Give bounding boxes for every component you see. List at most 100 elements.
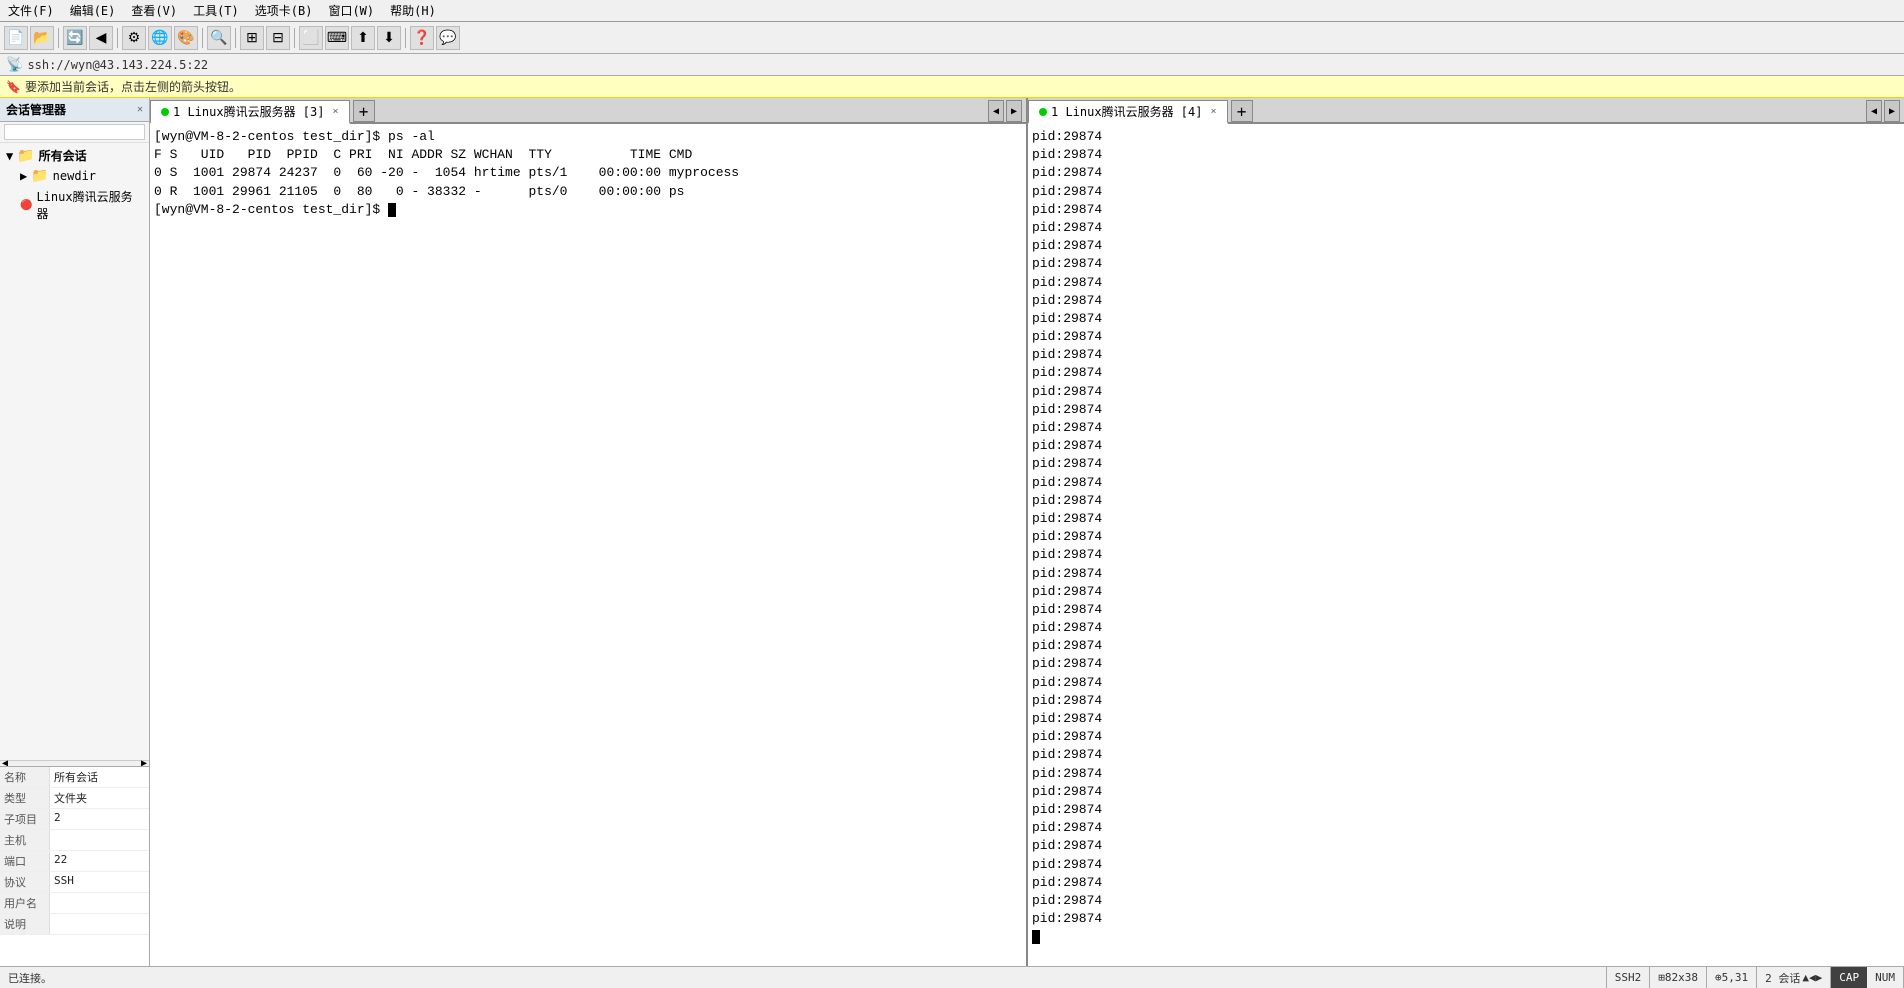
toolbar-download[interactable]: ⬇ xyxy=(377,26,401,50)
tree-label-all: 所有会话 xyxy=(39,147,87,164)
num-label: NUM xyxy=(1875,971,1895,984)
notif-text: 要添加当前会话，点击左侧的箭头按钮。 xyxy=(25,78,241,95)
left-panel: 会话管理器 ✕ ▼ 📁 所有会话 ▶ 📁 newdir 🔴 Linux腾讯云服务… xyxy=(0,98,150,966)
session-manager-title: 会话管理器 xyxy=(6,101,66,118)
info-label-desc: 说明 xyxy=(0,914,50,934)
tab-left-add[interactable]: + xyxy=(353,100,375,122)
addressbar: 📡 ssh://wyn@43.143.224.5:22 xyxy=(0,54,1904,76)
toolbar-sep6 xyxy=(405,28,406,48)
tab-left-nav-prev[interactable]: ◀ xyxy=(988,100,1004,122)
panel-close-button[interactable]: ✕ xyxy=(137,104,143,115)
tab-left-nav-next[interactable]: ▶ xyxy=(1006,100,1022,122)
toolbar-back[interactable]: ◀ xyxy=(89,26,113,50)
terminal-left[interactable]: [wyn@VM-8-2-centos test_dir]$ ps -al F S… xyxy=(150,124,1026,966)
toolbar-color[interactable]: 🎨 xyxy=(174,26,198,50)
info-row-protocol: 协议 SSH xyxy=(0,872,149,893)
info-value-desc xyxy=(50,914,149,934)
tab-right-add[interactable]: + xyxy=(1231,100,1253,122)
toolbar-chat[interactable]: 💬 xyxy=(436,26,460,50)
tree-item-all-sessions[interactable]: ▼ 📁 所有会话 xyxy=(0,145,149,166)
info-label-protocol: 协议 xyxy=(0,872,50,892)
toolbar: 📄 📂 🔄 ◀ ⚙ 🌐 🎨 🔍 ⊞ ⊟ ⬜ ⌨ ⬆ ⬇ ❓ 💬 xyxy=(0,22,1904,54)
tab-right-nav-prev[interactable]: ◀ xyxy=(1866,100,1882,122)
info-value-name: 所有会话 xyxy=(50,767,149,787)
tab-right-close[interactable]: × xyxy=(1210,106,1216,117)
toolbar-connect[interactable]: 🌐 xyxy=(148,26,172,50)
cursor-pos-text: 5,31 xyxy=(1722,971,1749,984)
cursor-left xyxy=(388,203,396,217)
session-search-area xyxy=(0,122,149,143)
menu-edit[interactable]: 编辑(E) xyxy=(66,1,120,20)
status-cursor-pos: ⊕ 5,31 xyxy=(1707,967,1757,988)
menu-tools[interactable]: 工具(T) xyxy=(189,1,243,20)
status-num: NUM xyxy=(1867,967,1904,988)
tab-left-close[interactable]: × xyxy=(332,106,338,117)
info-value-username xyxy=(50,893,149,913)
info-label-host: 主机 xyxy=(0,830,50,850)
tree-label-server: Linux腾讯云服务器 xyxy=(36,188,143,222)
pane-container: 1 Linux腾讯云服务器 [3] × + ◀ ▶ [wyn@VM-8-2-ce… xyxy=(150,98,1904,966)
status-sessions: 2 会话 ▲ ◀ ▶ xyxy=(1757,967,1831,988)
menu-help[interactable]: 帮助(H) xyxy=(386,1,440,20)
tab-right-active[interactable]: 1 Linux腾讯云服务器 [4] × xyxy=(1028,100,1228,124)
tab-right-dot xyxy=(1039,108,1047,116)
terminal-size-icon: ⊞ xyxy=(1658,971,1665,984)
info-label-subitems: 子项目 xyxy=(0,809,50,829)
toolbar-new[interactable]: 📄 xyxy=(4,26,28,50)
pane-left: 1 Linux腾讯云服务器 [3] × + ◀ ▶ [wyn@VM-8-2-ce… xyxy=(150,98,1028,966)
sessions-text: 2 会话 xyxy=(1765,970,1800,986)
cursor-pos-icon: ⊕ xyxy=(1715,971,1722,984)
cap-label: CAP xyxy=(1839,971,1859,984)
session-manager-header: 会话管理器 ✕ xyxy=(0,98,149,122)
tree-item-newdir[interactable]: ▶ 📁 newdir xyxy=(0,166,149,186)
info-row-host: 主机 xyxy=(0,830,149,851)
sessions-up-icon: ▲ xyxy=(1802,971,1809,984)
toolbar-zoom[interactable]: 🔍 xyxy=(207,26,231,50)
info-row-port: 端口 22 xyxy=(0,851,149,872)
info-value-protocol: SSH xyxy=(50,872,149,892)
toolbar-sep2 xyxy=(117,28,118,48)
toolbar-grid[interactable]: ⊞ xyxy=(240,26,264,50)
sessions-nav-next[interactable]: ▶ xyxy=(1816,971,1823,984)
menu-view[interactable]: 查看(V) xyxy=(127,1,181,20)
terminal-right[interactable]: pid:29874 pid:29874 pid:29874 pid:29874 … xyxy=(1028,124,1904,966)
sessions-nav-prev[interactable]: ◀ xyxy=(1809,971,1816,984)
address-icon: 📡 xyxy=(6,57,23,73)
tab-left-label: 1 Linux腾讯云服务器 [3] xyxy=(173,103,324,120)
tree-item-linux-server[interactable]: 🔴 Linux腾讯云服务器 xyxy=(0,186,149,224)
menu-window[interactable]: 窗口(W) xyxy=(324,1,378,20)
pane-right-tabs: 1 Linux腾讯云服务器 [4] × + ◀ ▶ xyxy=(1028,98,1904,124)
toolbar-open[interactable]: 📂 xyxy=(30,26,54,50)
toolbar-sep4 xyxy=(235,28,236,48)
menu-file[interactable]: 文件(F) xyxy=(4,1,58,20)
pane-right: 1 Linux腾讯云服务器 [4] × + ◀ ▶ pid:29874 pid:… xyxy=(1028,98,1904,966)
info-row-name: 名称 所有会话 xyxy=(0,767,149,788)
info-value-type: 文件夹 xyxy=(50,788,149,808)
notification-bar: 🔖 要添加当前会话，点击左侧的箭头按钮。 xyxy=(0,76,1904,98)
toolbar-split[interactable]: ⊟ xyxy=(266,26,290,50)
protocol-text: SSH2 xyxy=(1615,971,1642,984)
toolbar-sep1 xyxy=(58,28,59,48)
info-value-subitems: 2 xyxy=(50,809,149,829)
toolbar-refresh[interactable]: 🔄 xyxy=(63,26,87,50)
toolbar-settings[interactable]: ⚙ xyxy=(122,26,146,50)
cursor-right xyxy=(1032,930,1040,944)
tab-left-active[interactable]: 1 Linux腾讯云服务器 [3] × xyxy=(150,100,350,124)
folder-icon: 📁 xyxy=(17,148,34,164)
address-text: ssh://wyn@43.143.224.5:22 xyxy=(27,58,208,72)
server-icon: 🔴 xyxy=(20,200,32,211)
toolbar-keymap[interactable]: ⌨ xyxy=(325,26,349,50)
statusbar: 已连接。 SSH2 ⊞ 82x38 ⊕ 5,31 2 会话 ▲ ◀ ▶ CAP … xyxy=(0,966,1904,988)
info-row-type: 类型 文件夹 xyxy=(0,788,149,809)
notif-icon: 🔖 xyxy=(6,80,21,94)
menu-tabs[interactable]: 选项卡(B) xyxy=(251,1,317,20)
session-search-input[interactable] xyxy=(4,124,145,140)
toolbar-upload[interactable]: ⬆ xyxy=(351,26,375,50)
toolbar-term[interactable]: ⬜ xyxy=(299,26,323,50)
status-connected: 已连接。 xyxy=(0,967,1607,988)
toolbar-help[interactable]: ❓ xyxy=(410,26,434,50)
terminal-size-text: 82x38 xyxy=(1665,971,1698,984)
pane-left-tabs: 1 Linux腾讯云服务器 [3] × + ◀ ▶ xyxy=(150,98,1026,124)
tab-right-nav-next[interactable]: ▶ xyxy=(1884,100,1900,122)
tab-left-dot xyxy=(161,108,169,116)
